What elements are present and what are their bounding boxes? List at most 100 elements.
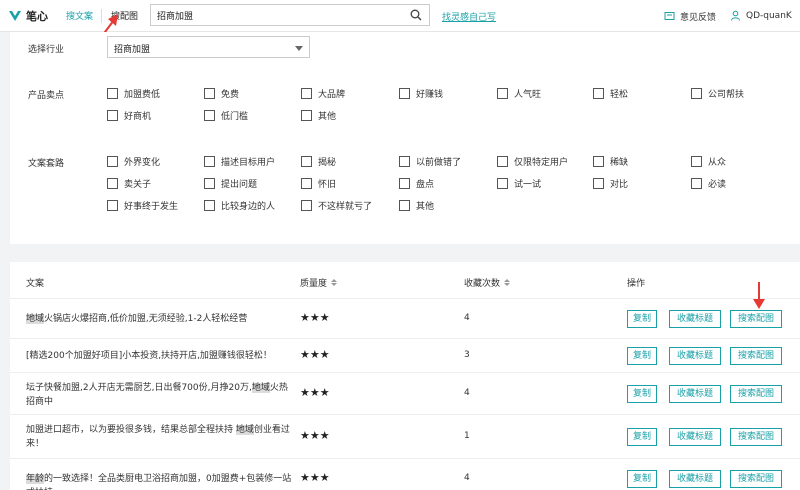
checkbox-box[interactable] [399,156,410,167]
checkbox-box[interactable] [593,156,604,167]
checkbox-box[interactable] [399,200,410,211]
copy-text: [精选200个加盟好项目]小本投资,扶持开店,加盟赚钱很轻松！ [26,349,292,363]
checkbox-box[interactable] [301,156,312,167]
copy-routine-checkbox[interactable]: 以前做错了 [399,155,461,168]
checkbox-box[interactable] [593,178,604,189]
search-image-button[interactable]: 搜索配图 [730,310,782,328]
search-image-button[interactable]: 搜索配图 [730,385,782,403]
favorite-title-button[interactable]: 收藏标题 [669,385,721,403]
copy-button[interactable]: 复制 [627,310,657,328]
copy-routine-checkbox[interactable]: 描述目标用户 [204,155,275,168]
selling-point-checkbox[interactable]: 其他 [301,109,336,122]
checkbox-box[interactable] [301,110,312,121]
selling-point-checkbox[interactable]: 好赚钱 [399,87,443,100]
copy-text: 加盟进口超市，以为要投很多钱，结果总部全程扶持 地域创业看过来！ [26,423,292,451]
selling-point-checkbox[interactable]: 低门槛 [204,109,248,122]
table-row: 坛子快餐加盟,2人开店无需厨艺,日出餐700份,月挣20万,地域火热招商中 ★★★… [10,372,800,414]
copy-routine-checkbox[interactable]: 其他 [399,199,434,212]
checkbox-box[interactable] [107,200,118,211]
selling-point-checkbox[interactable]: 好商机 [107,109,151,122]
checkbox-label: 轻松 [610,90,629,100]
selling-point-checkbox[interactable]: 大品牌 [301,87,345,100]
copy-routine-checkbox[interactable]: 外界变化 [107,155,160,168]
checkbox-box[interactable] [497,88,508,99]
checkbox-box[interactable] [301,200,312,211]
copy-button[interactable]: 复制 [627,347,657,365]
copy-routine-checkbox[interactable]: 稀缺 [593,155,628,168]
search-icon[interactable] [410,9,422,21]
checkbox-box[interactable] [107,178,118,189]
checkbox-box[interactable] [204,178,215,189]
favorite-title-button[interactable]: 收藏标题 [669,428,721,446]
favorite-title-button[interactable]: 收藏标题 [669,310,721,328]
user-menu[interactable]: QD-quanK [730,10,792,21]
favorite-count: 4 [464,313,470,323]
checkbox-label: 好赚钱 [416,90,444,100]
search-image-button[interactable]: 搜索配图 [730,470,782,488]
checkbox-box[interactable] [399,178,410,189]
sort-icon[interactable] [331,279,338,286]
copy-routine-checkbox[interactable]: 怀旧 [301,177,336,190]
find-inspiration-link[interactable]: 找灵感自己写 [442,10,496,23]
checkbox-box[interactable] [691,156,702,167]
checkbox-box[interactable] [107,88,118,99]
copy-routine-checkbox[interactable]: 必读 [691,177,726,190]
copy-routine-checkbox[interactable]: 揭秘 [301,155,336,168]
copy-button[interactable]: 复制 [627,428,657,446]
feedback-button[interactable]: 意见反馈 [664,10,716,23]
search-image-button[interactable]: 搜索配图 [730,347,782,365]
checkbox-box[interactable] [497,178,508,189]
col-header-favs[interactable]: 收藏次数 [464,276,511,289]
search-image-button[interactable]: 搜索配图 [730,428,782,446]
logo[interactable]: 笔心 [8,8,48,24]
search-box[interactable] [150,4,430,26]
favorite-title-button[interactable]: 收藏标题 [669,347,721,365]
copy-routine-checkbox[interactable]: 仅限特定用户 [497,155,568,168]
selling-point-checkbox[interactable]: 轻松 [593,87,628,100]
copy-routine-checkbox[interactable]: 卖关子 [107,177,151,190]
checkbox-label: 盘点 [416,180,435,190]
copy-routine-checkbox[interactable]: 不这样就亏了 [301,199,372,212]
checkbox-box[interactable] [399,88,410,99]
copy-button[interactable]: 复制 [627,470,657,488]
checkbox-box[interactable] [691,178,702,189]
checkbox-box[interactable] [107,156,118,167]
checkbox-box[interactable] [497,156,508,167]
checkbox-label: 稀缺 [610,158,629,168]
col-header-quality[interactable]: 质量度 [300,276,338,289]
copy-routine-checkbox[interactable]: 盘点 [399,177,434,190]
copy-routine-checkbox[interactable]: 对比 [593,177,628,190]
checkbox-box[interactable] [301,88,312,99]
checkbox-label: 以前做错了 [416,158,462,168]
feedback-icon [664,12,675,20]
checkbox-box[interactable] [301,178,312,189]
highlight-text: 地域 [235,425,254,435]
logo-icon [9,11,21,21]
copy-routine-checkbox[interactable]: 比较身边的人 [204,199,275,212]
checkbox-box[interactable] [691,88,702,99]
selling-point-checkbox[interactable]: 加盟费低 [107,87,160,100]
checkbox-box[interactable] [204,156,215,167]
checkbox-label: 加盟费低 [124,90,161,100]
favorite-title-button[interactable]: 收藏标题 [669,470,721,488]
selling-point-checkbox[interactable]: 免费 [204,87,239,100]
sort-icon[interactable] [504,279,511,286]
copy-routine-checkbox[interactable]: 从众 [691,155,726,168]
checkbox-box[interactable] [204,110,215,121]
copy-routine-checkbox[interactable]: 好事终于发生 [107,199,178,212]
copy-text-part: [精选200个加盟好项目]小本投资,扶持开店,加盟赚钱很轻松！ [26,351,272,361]
col-header-actions-label: 操作 [627,279,646,289]
checkbox-box[interactable] [107,110,118,121]
user-icon [731,10,740,21]
search-input[interactable] [151,5,401,25]
copy-routine-checkbox[interactable]: 提出问题 [204,177,257,190]
selling-point-checkbox[interactable]: 人气旺 [497,87,541,100]
favorite-count: 3 [464,350,470,360]
copy-button[interactable]: 复制 [627,385,657,403]
checkbox-box[interactable] [593,88,604,99]
copy-routine-checkbox[interactable]: 试一试 [497,177,541,190]
checkbox-box[interactable] [204,88,215,99]
checkbox-box[interactable] [204,200,215,211]
industry-select[interactable]: 招商加盟 [107,36,310,58]
selling-point-checkbox[interactable]: 公司帮扶 [691,87,744,100]
